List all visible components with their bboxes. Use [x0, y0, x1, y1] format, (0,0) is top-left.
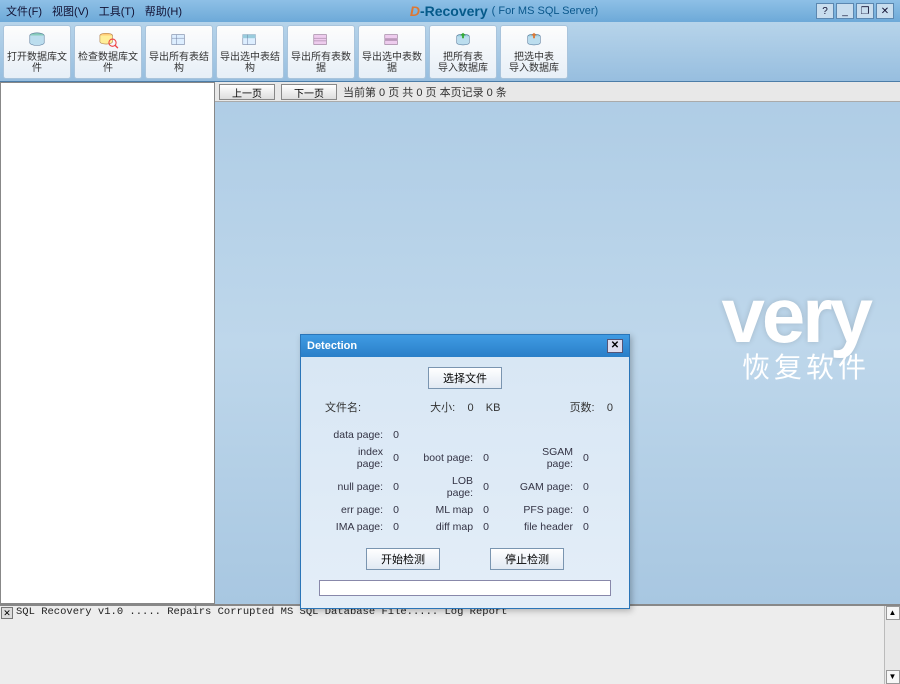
- import-sel-icon: [522, 30, 546, 50]
- import-all-button[interactable]: 把所有表 导入数据库: [429, 25, 497, 79]
- tool-label: 导出所有表结构: [148, 52, 210, 74]
- help-button[interactable]: ?: [816, 3, 834, 19]
- app-title: D-Recovery ( For MS SQL Server): [192, 3, 816, 19]
- close-button[interactable]: ✕: [876, 3, 894, 19]
- tool-label: 导出选中表数据: [361, 52, 423, 74]
- stop-detect-button[interactable]: 停止检测: [490, 548, 564, 570]
- dialog-close-button[interactable]: ✕: [607, 339, 623, 353]
- export-sel-data-button[interactable]: 导出选中表数据: [358, 25, 426, 79]
- next-page-button[interactable]: 下一页: [281, 84, 337, 100]
- menu-tools[interactable]: 工具(T): [99, 3, 135, 19]
- tool-label: 打开数据库文件: [6, 52, 68, 74]
- dialog-titlebar[interactable]: Detection ✕: [301, 335, 629, 357]
- select-file-button[interactable]: 选择文件: [428, 367, 502, 389]
- detection-dialog: Detection ✕ 选择文件 文件名: 大小: 0 KB 页数: 0 dat…: [300, 334, 630, 609]
- dialog-body: 选择文件 文件名: 大小: 0 KB 页数: 0 data page:0 ind…: [301, 357, 629, 608]
- open-db-icon: [25, 30, 49, 50]
- menu-help[interactable]: 帮助(H): [145, 3, 182, 19]
- prev-page-button[interactable]: 上一页: [219, 84, 275, 100]
- export-sel-data-icon: [380, 30, 404, 50]
- import-all-icon: [451, 30, 475, 50]
- check-db-icon: [96, 30, 120, 50]
- maximize-button[interactable]: ❐: [856, 3, 874, 19]
- dialog-title-text: Detection: [307, 340, 357, 352]
- menubar: 文件(F) 视图(V) 工具(T) 帮助(H) D-Recovery ( For…: [0, 0, 900, 22]
- progress-bar: [319, 580, 611, 596]
- pages-label: 页数:: [570, 399, 595, 415]
- check-db-button[interactable]: 检查数据库文件: [74, 25, 142, 79]
- log-scrollbar[interactable]: ▲ ▼: [884, 606, 900, 684]
- tree-panel[interactable]: [0, 82, 215, 604]
- size-label: 大小:: [430, 399, 455, 415]
- toolbar: 打开数据库文件 检查数据库文件 导出所有表结构 导出选中表结构 导出所有表数据 …: [0, 22, 900, 82]
- pages-value: 0: [607, 402, 613, 414]
- menu-view[interactable]: 视图(V): [52, 3, 89, 19]
- open-db-button[interactable]: 打开数据库文件: [3, 25, 71, 79]
- page-status: 当前第 0 页 共 0 页 本页记录 0 条: [343, 84, 507, 100]
- tool-label: 导出选中表结构: [219, 52, 281, 74]
- scroll-down-icon[interactable]: ▼: [886, 670, 900, 684]
- size-value: 0: [467, 402, 473, 414]
- menu-file[interactable]: 文件(F): [6, 3, 42, 19]
- tool-label: 把选中表 导入数据库: [509, 52, 559, 74]
- scroll-up-icon[interactable]: ▲: [886, 606, 900, 620]
- export-all-data-button[interactable]: 导出所有表数据: [287, 25, 355, 79]
- log-close-button[interactable]: ✕: [1, 607, 13, 619]
- start-detect-button[interactable]: 开始检测: [366, 548, 440, 570]
- background-logo: very 恢复软件: [722, 280, 871, 386]
- tool-label: 检查数据库文件: [77, 52, 139, 74]
- log-panel: ✕ SQL Recovery v1.0 ..... Repairs Corrup…: [0, 604, 900, 684]
- export-all-struct-button[interactable]: 导出所有表结构: [145, 25, 213, 79]
- workspace: 上一页 下一页 当前第 0 页 共 0 页 本页记录 0 条 very 恢复软件…: [0, 82, 900, 604]
- export-sel-struct-button[interactable]: 导出选中表结构: [216, 25, 284, 79]
- minimize-button[interactable]: _: [836, 3, 854, 19]
- export-all-data-icon: [309, 30, 333, 50]
- export-all-struct-icon: [167, 30, 191, 50]
- stats-grid: data page:0 index page:0 boot page:0 SGA…: [313, 425, 617, 542]
- export-sel-struct-icon: [238, 30, 262, 50]
- window-buttons: ? _ ❐ ✕: [816, 3, 894, 19]
- import-sel-button[interactable]: 把选中表 导入数据库: [500, 25, 568, 79]
- tool-label: 导出所有表数据: [290, 52, 352, 74]
- file-label: 文件名:: [325, 399, 361, 415]
- page-nav: 上一页 下一页 当前第 0 页 共 0 页 本页记录 0 条: [215, 82, 900, 102]
- tool-label: 把所有表 导入数据库: [438, 52, 488, 74]
